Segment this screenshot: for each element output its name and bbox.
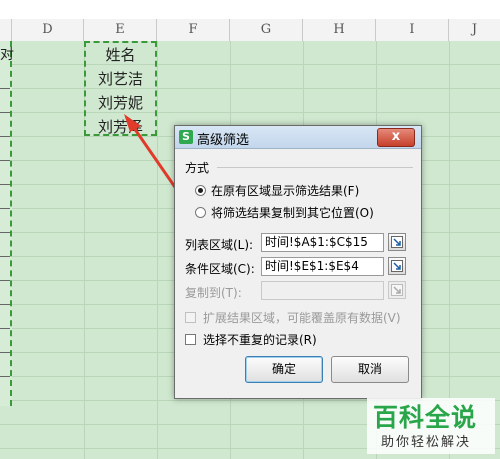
advanced-filter-dialog: S 高级筛选 x 方式 在原有区域显示筛选结果(F) 将筛选结果复制到其它位置(… bbox=[174, 125, 422, 399]
criteria-range-field[interactable]: 时间!$E$1:$E$4 bbox=[261, 257, 384, 276]
radio-filter-in-place[interactable] bbox=[195, 185, 206, 196]
range-select-icon bbox=[391, 284, 403, 296]
range-select-icon bbox=[391, 260, 403, 272]
copy-to-label: 复制到(T): bbox=[185, 286, 242, 300]
group-divider bbox=[217, 167, 413, 168]
ok-button[interactable]: 确定 bbox=[245, 356, 323, 383]
unique-records-checkbox[interactable] bbox=[185, 334, 196, 345]
watermark-subtitle: 助你轻松解决 bbox=[381, 435, 472, 450]
range-select-icon bbox=[391, 236, 403, 248]
expand-result-label: 扩展结果区域，可能覆盖原有数据(V) bbox=[203, 311, 401, 325]
mode-group-label: 方式 bbox=[185, 161, 210, 175]
copy-to-field[interactable] bbox=[261, 281, 384, 300]
list-range-field[interactable]: 时间!$A$1:$C$15 bbox=[261, 233, 384, 252]
criteria-range-label: 条件区域(C): bbox=[185, 262, 255, 276]
dialog-titlebar[interactable]: S 高级筛选 x bbox=[175, 126, 421, 149]
criteria-range-picker-button[interactable] bbox=[388, 257, 406, 275]
radio-copy-to-location[interactable] bbox=[195, 207, 206, 218]
expand-result-checkbox[interactable] bbox=[185, 312, 196, 323]
dialog-title: 高级筛选 bbox=[197, 133, 250, 148]
radio-copy-to-location-label[interactable]: 将筛选结果复制到其它位置(O) bbox=[211, 204, 374, 221]
list-range-label: 列表区域(L): bbox=[185, 238, 254, 252]
radio-filter-in-place-label[interactable]: 在原有区域显示筛选结果(F) bbox=[211, 182, 359, 199]
close-button[interactable]: x bbox=[377, 128, 415, 147]
cancel-button[interactable]: 取消 bbox=[331, 356, 409, 383]
list-range-picker-button[interactable] bbox=[388, 233, 406, 251]
unique-records-label[interactable]: 选择不重复的记录(R) bbox=[203, 331, 317, 348]
watermark-title: 百科全说 bbox=[373, 403, 478, 432]
copy-to-picker-button[interactable] bbox=[388, 281, 406, 299]
wps-logo-icon: S bbox=[179, 130, 193, 144]
watermark: 百科全说 助你轻松解决 bbox=[367, 398, 495, 454]
